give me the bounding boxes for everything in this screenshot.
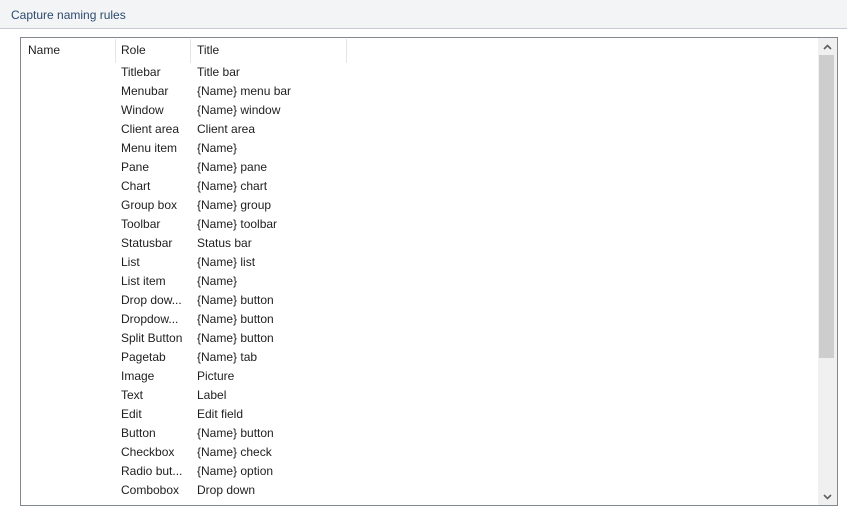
- column-header-name[interactable]: Name: [21, 38, 116, 63]
- list-item[interactable]: Chart {Name} chart: [21, 177, 816, 196]
- list-item[interactable]: Client area Client area: [21, 120, 816, 139]
- cell-title: {Name} window: [197, 103, 281, 117]
- cell-role: List: [121, 255, 140, 269]
- cell-role: Window: [121, 103, 164, 117]
- list-item[interactable]: Group box {Name} group: [21, 196, 816, 215]
- list-item[interactable]: Button {Name} button: [21, 424, 816, 443]
- cell-title: Client area: [197, 122, 256, 136]
- cell-title: Picture: [197, 369, 235, 383]
- cell-role: Pagetab: [121, 350, 166, 364]
- cell-role: Client area: [121, 122, 180, 136]
- list-item[interactable]: Titlebar Title bar: [21, 63, 816, 82]
- section-header: Capture naming rules: [0, 0, 847, 29]
- list-item[interactable]: Drop dow... {Name} button: [21, 291, 816, 310]
- list-item[interactable]: List {Name} list: [21, 253, 816, 272]
- cell-role: Checkbox: [121, 445, 175, 459]
- cell-title: Title bar: [197, 65, 240, 79]
- cell-title: {Name} toolbar: [197, 217, 278, 231]
- chevron-up-icon: [823, 43, 832, 50]
- cell-role: Text: [121, 388, 144, 402]
- cell-role: Chart: [121, 179, 151, 193]
- list-item[interactable]: Text Label: [21, 386, 816, 405]
- cell-role: Menubar: [121, 84, 169, 98]
- cell-role: Dropdow...: [121, 312, 179, 326]
- list-item[interactable]: Pane {Name} pane: [21, 158, 816, 177]
- column-header-title-label: Title: [197, 43, 220, 57]
- cell-role: Radio but...: [121, 464, 183, 478]
- cell-role: Titlebar: [121, 65, 161, 79]
- cell-role: Menu item: [121, 141, 178, 155]
- scroll-up-button[interactable]: [818, 38, 837, 55]
- chevron-down-icon: [823, 493, 832, 500]
- cell-title: {Name} chart: [197, 179, 268, 193]
- cell-title: {Name} list: [197, 255, 256, 269]
- list-item[interactable]: Edit Edit field: [21, 405, 816, 424]
- cell-title: Drop down: [197, 483, 256, 497]
- cell-title: {Name}: [197, 141, 238, 155]
- list-item[interactable]: Pagetab {Name} tab: [21, 348, 816, 367]
- cell-role: Split Button: [121, 331, 183, 345]
- list-header: Name Role Title: [21, 38, 816, 63]
- list-rows: Titlebar Title bar Menubar {Name} menu bar W…: [21, 63, 816, 500]
- list-item[interactable]: Radio but... {Name} option: [21, 462, 816, 481]
- list-item[interactable]: Window {Name} window: [21, 101, 816, 120]
- cell-title: {Name} pane: [197, 160, 268, 174]
- cell-title: {Name} option: [197, 464, 274, 478]
- cell-role: Edit: [121, 407, 142, 421]
- list-item[interactable]: Combobox Drop down: [21, 481, 816, 500]
- cell-role: Pane: [121, 160, 150, 174]
- cell-title: {Name} group: [197, 198, 272, 212]
- cell-title: {Name} menu bar: [197, 84, 292, 98]
- list-item[interactable]: Image Picture: [21, 367, 816, 386]
- cell-role: List item: [121, 274, 166, 288]
- cell-title: {Name} button: [197, 426, 274, 440]
- vertical-scrollbar[interactable]: [818, 38, 837, 505]
- cell-role: Statusbar: [121, 236, 173, 250]
- list-item[interactable]: Menubar {Name} menu bar: [21, 82, 816, 101]
- column-header-role[interactable]: Role: [114, 38, 191, 63]
- cell-title: Edit field: [197, 407, 244, 421]
- scroll-down-button[interactable]: [818, 488, 837, 505]
- naming-rules-list[interactable]: Name Role Title Titlebar Title bar Menubar…: [20, 37, 838, 506]
- column-header-name-label: Name: [28, 43, 61, 57]
- scroll-thumb[interactable]: [819, 55, 834, 358]
- cell-role: Group box: [121, 198, 178, 212]
- list-item[interactable]: Toolbar {Name} toolbar: [21, 215, 816, 234]
- cell-title: Label: [197, 388, 227, 402]
- cell-title: {Name} button: [197, 293, 274, 307]
- cell-role: Drop dow...: [121, 293, 182, 307]
- cell-role: Image: [121, 369, 155, 383]
- cell-title: {Name} tab: [197, 350, 258, 364]
- column-separator[interactable]: [346, 39, 347, 63]
- column-header-title[interactable]: Title: [190, 38, 347, 63]
- cell-role: Button: [121, 426, 156, 440]
- cell-title: {Name} button: [197, 331, 274, 345]
- cell-role: Toolbar: [121, 217, 161, 231]
- list-item[interactable]: Split Button {Name} button: [21, 329, 816, 348]
- cell-title: {Name} check: [197, 445, 272, 459]
- cell-title: {Name}: [197, 274, 238, 288]
- list-item[interactable]: Dropdow... {Name} button: [21, 310, 816, 329]
- section-title: Capture naming rules: [11, 8, 126, 22]
- list-item[interactable]: Checkbox {Name} check: [21, 443, 816, 462]
- list-item[interactable]: List item {Name}: [21, 272, 816, 291]
- column-header-role-label: Role: [121, 43, 146, 57]
- list-item[interactable]: Menu item {Name}: [21, 139, 816, 158]
- cell-title: {Name} button: [197, 312, 274, 326]
- list-item[interactable]: Statusbar Status bar: [21, 234, 816, 253]
- cell-title: Status bar: [197, 236, 252, 250]
- cell-role: Combobox: [121, 483, 180, 497]
